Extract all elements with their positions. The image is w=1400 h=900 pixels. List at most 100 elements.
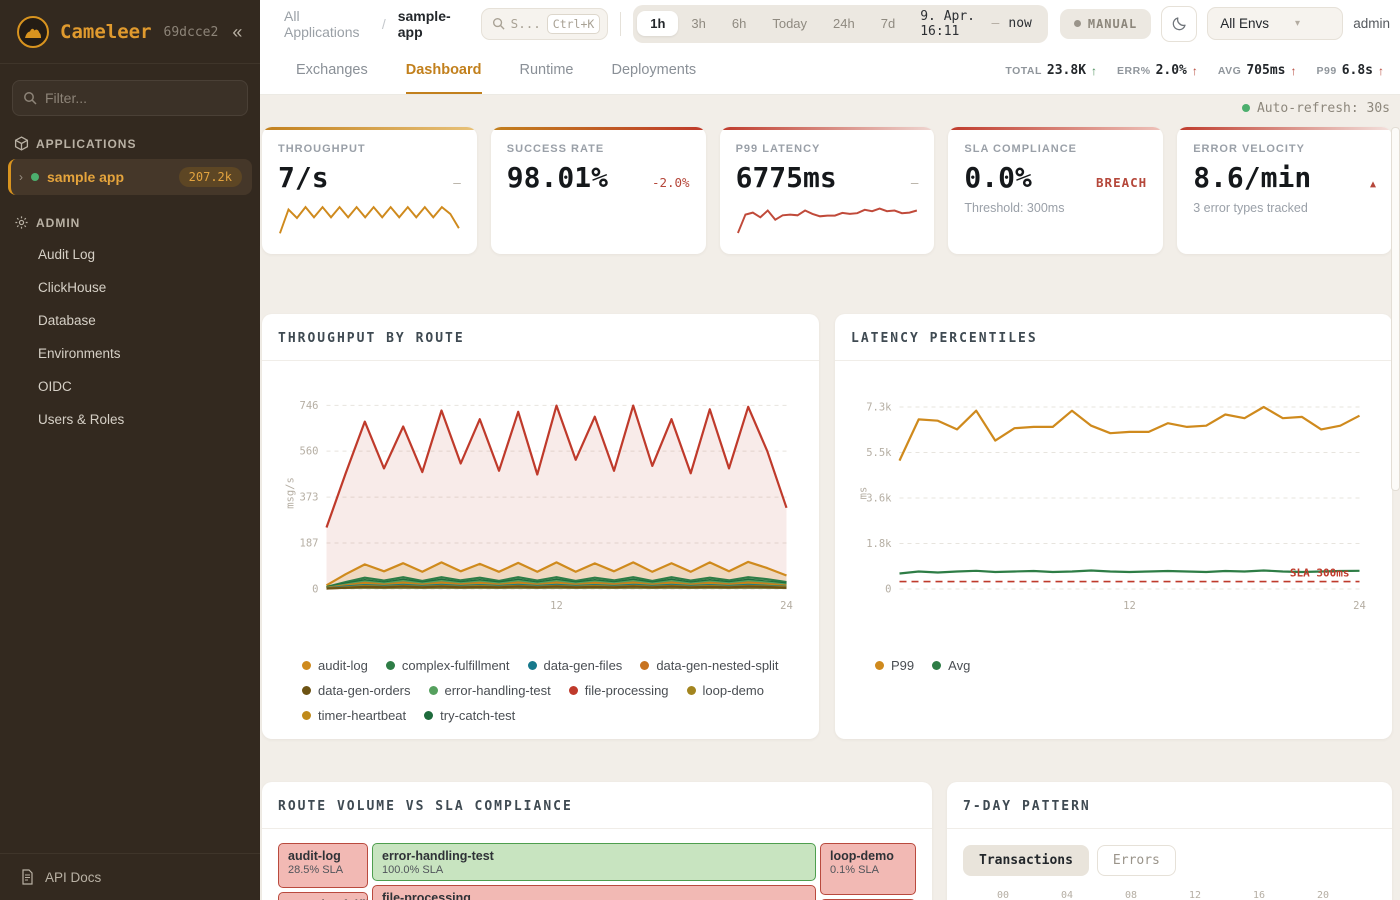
time-range-today[interactable]: Today [759,11,820,36]
treemap-cell-error-handling-test[interactable]: error-handling-test100.0% SLA [372,843,816,881]
admin-section-header: ADMIN [14,215,246,230]
sidebar-item-api-docs[interactable]: API Docs [0,853,260,900]
time-range-1h[interactable]: 1h [637,11,678,36]
tab-dashboard[interactable]: Dashboard [406,47,482,94]
time-separator: – [992,16,1000,31]
svg-text:187: 187 [300,537,319,549]
treemap-cell-audit-log[interactable]: audit-log28.5% SLA [278,843,368,888]
sla-treemap: audit-log28.5% SLA complex-fulfil…0.0% SL… [278,843,916,900]
gear-icon [14,215,29,230]
search-icon [23,91,37,105]
legend-dot-icon [640,661,649,670]
kpi-value: 8.6/min [1193,161,1311,194]
sidebar-filter-input[interactable]: Filter... [12,80,248,116]
tab-exchanges[interactable]: Exchanges [296,47,368,94]
sidebar-item-sample-app[interactable]: › sample app 207.2k [8,159,252,195]
global-search-input[interactable]: S... Ctrl+K [481,8,609,40]
main-area: All Applications / sample-app S... Ctrl+… [260,0,1400,900]
legend-dot-icon [302,686,311,695]
treemap-cell-complex-fulfil[interactable]: complex-fulfil…0.0% SLA [278,892,368,900]
svg-text:24: 24 [1353,600,1366,612]
kpi-delta: -2.0% [652,175,690,190]
app-count-badge: 207.2k [179,167,242,187]
heatmap-hour-labels: 000408121620 [997,890,1384,900]
auto-refresh-indicator: Auto-refresh: 30s [262,95,1392,121]
toggle-transactions[interactable]: Transactions [963,845,1089,876]
legend-dot-icon [875,661,884,670]
tab-deployments[interactable]: Deployments [612,47,697,94]
sidebar-item-environments[interactable]: Environments [0,337,260,370]
legend-dot-icon [569,686,578,695]
card-accent-bar [491,127,706,130]
breach-badge: BREACH [1096,175,1147,190]
tab-runtime[interactable]: Runtime [520,47,574,94]
svg-text:24: 24 [780,600,793,612]
legend-dot-icon [424,711,433,720]
time-range-24h[interactable]: 24h [820,11,868,36]
arrow-up-icon: ↑ [1192,64,1198,78]
treemap-cell-loop-demo[interactable]: loop-demo0.1% SLA [820,843,916,895]
sidebar-item-database[interactable]: Database [0,304,260,337]
topbar-right-group: MANUAL All Envs ▾ admin [1060,6,1390,42]
sidebar-item-users-roles[interactable]: Users & Roles [0,403,260,436]
kpi-card-success-rate: SUCCESS RATE 98.01% -2.0% [491,127,706,254]
vertical-scrollbar-thumb[interactable] [1391,127,1400,491]
treemap-cell-file-processing[interactable]: file-processing30.1% SLA [372,885,816,900]
time-range-6h[interactable]: 6h [719,11,759,36]
charts-row: THROUGHPUT BY ROUTE 01873735607461224msg… [262,314,1392,739]
chevron-right-icon[interactable]: › [19,170,23,184]
manual-status-dot [1074,20,1081,27]
search-icon [492,17,505,30]
legend-item-audit-log: audit-log [302,658,368,673]
card-accent-bar [262,127,477,130]
app-root: Cameleer 69dcce2 « Filter... APPLICATION… [0,0,1400,900]
svg-text:SLA 300ms: SLA 300ms [1290,567,1350,580]
chevron-down-icon: ▾ [1295,18,1300,29]
sidebar-collapse-icon[interactable]: « [228,22,246,43]
bottom-row: ROUTE VOLUME VS SLA COMPLIANCE audit-log… [262,782,1392,900]
legend-dot-icon [687,686,696,695]
svg-text:373: 373 [300,492,319,504]
time-range-3h[interactable]: 3h [678,11,718,36]
tabbar: Exchanges Dashboard Runtime Deployments … [260,47,1400,95]
environment-select[interactable]: All Envs ▾ [1207,7,1343,40]
legend-item-P99: P99 [875,658,914,673]
kpi-value: 6775ms [736,161,837,194]
sidebar: Cameleer 69dcce2 « Filter... APPLICATION… [0,0,260,900]
panel-throughput-by-route: THROUGHPUT BY ROUTE 01873735607461224msg… [262,314,819,739]
stat-avg: AVG 705ms ↑ [1218,63,1297,78]
panel-7-day-pattern: 7-DAY PATTERN Transactions Errors 000408… [947,782,1392,900]
panel-title: LATENCY PERCENTILES [851,331,1038,346]
latency-legend: P99Avg [835,646,1392,689]
cameleer-logo-icon [16,15,50,49]
svg-text:msg/s: msg/s [285,477,297,509]
time-range-7d[interactable]: 7d [868,11,908,36]
legend-item-error-handling-test: error-handling-test [429,683,551,698]
user-menu[interactable]: admin [1353,16,1390,31]
arrow-up-icon: ↑ [1091,64,1097,78]
card-accent-bar [720,127,935,130]
theme-toggle-button[interactable] [1161,6,1197,42]
stat-p99: P99 6.8s ↑ [1317,63,1385,78]
svg-text:ms: ms [858,487,870,500]
kpi-subtext: 3 error types tracked [1193,201,1376,215]
legend-item-try-catch-test: try-catch-test [424,708,515,723]
sidebar-item-clickhouse[interactable]: ClickHouse [0,271,260,304]
svg-text:1.8k: 1.8k [866,538,892,550]
kpi-card-p99-latency: P99 LATENCY 6775ms – [720,127,935,254]
toggle-errors[interactable]: Errors [1097,845,1176,876]
env-select-value: All Envs [1220,16,1269,31]
moon-icon [1171,15,1188,32]
latency-percentiles-chart: 01.8k3.6k5.5k7.3k1224msSLA 300ms [851,375,1376,627]
svg-text:560: 560 [300,446,319,458]
svg-text:746: 746 [300,400,319,412]
filter-placeholder: Filter... [45,90,87,106]
legend-item-data-gen-files: data-gen-files [528,658,623,673]
legend-dot-icon [429,686,438,695]
svg-text:0: 0 [885,584,891,596]
breadcrumb-root[interactable]: All Applications [284,8,370,40]
sidebar-item-audit-log[interactable]: Audit Log [0,238,260,271]
manual-mode-button[interactable]: MANUAL [1060,9,1151,39]
sidebar-item-oidc[interactable]: OIDC [0,370,260,403]
time-range-display[interactable]: 9. Apr. 16:11 – now [908,9,1044,39]
